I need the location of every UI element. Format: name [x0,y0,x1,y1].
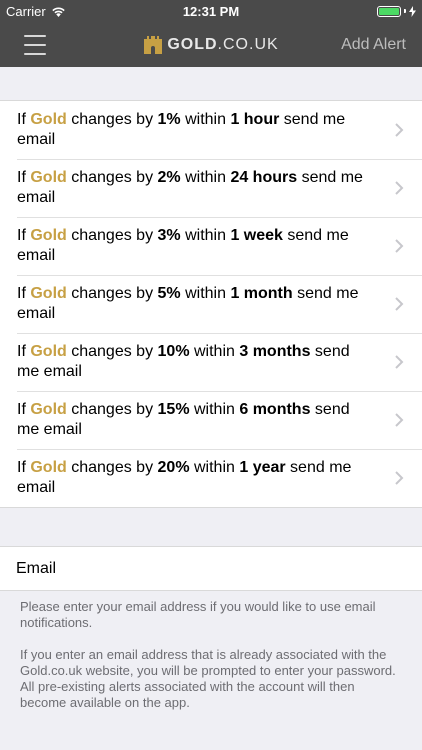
alert-prefix: If [17,459,31,476]
alert-prefix: If [17,169,31,186]
status-bar: Carrier 12:31 PM [0,0,422,22]
alert-percent: 2% [157,169,181,186]
alert-mid: changes by [66,227,158,244]
email-note-2: If you enter an email address that is al… [20,647,396,710]
alert-text: If Gold changes by 15% within 6 months s… [17,400,394,440]
alert-mid: changes by [66,401,158,418]
alert-percent: 10% [157,343,190,360]
alert-period: 1 month [230,285,293,302]
alert-percent: 20% [157,459,190,476]
alert-text: If Gold changes by 10% within 3 months s… [17,342,394,382]
hamburger-line [24,43,46,46]
hamburger-line [24,52,46,55]
hamburger-menu-icon [24,34,46,37]
alert-mid2: within [189,401,240,418]
alert-mid2: within [189,343,240,360]
alert-period: 1 year [239,459,286,476]
alert-period: 24 hours [230,169,298,186]
alert-mid2: within [189,459,240,476]
middle-spacer [0,508,422,546]
status-right [377,5,416,17]
alert-metal: Gold [30,343,67,360]
alert-metal: Gold [30,459,67,476]
alert-mid2: within [180,285,231,302]
alert-text: If Gold changes by 3% within 1 week send… [17,226,394,266]
alert-mid: changes by [66,111,158,128]
alert-prefix: If [17,401,31,418]
alert-metal: Gold [30,285,67,302]
alert-percent: 5% [157,285,181,302]
chevron-right-icon [395,123,404,137]
email-input[interactable] [96,547,422,590]
alert-percent: 1% [157,111,181,128]
alert-period: 1 week [230,227,283,244]
chevron-right-icon [395,239,404,253]
alert-mid: changes by [66,343,158,360]
chevron-right-icon [395,355,404,369]
email-label: Email [16,559,57,577]
alert-percent: 3% [157,227,181,244]
alert-metal: Gold [30,401,67,418]
nav-bar: GOLD.CO.UK Add Alert [0,22,422,67]
email-row: Email [0,546,422,591]
alert-mid: changes by [66,459,158,476]
alert-row[interactable]: If Gold changes by 1% within 1 hour send… [0,101,422,159]
alert-period: 1 hour [230,111,280,128]
alert-metal: Gold [30,169,67,186]
alert-metal: Gold [30,111,67,128]
logo-text: GOLD.CO.UK [167,36,278,54]
alert-period: 3 months [239,343,311,360]
status-left: Carrier [6,4,66,19]
chevron-right-icon [395,181,404,195]
alert-prefix: If [17,227,31,244]
alert-period: 6 months [239,401,311,418]
alert-row[interactable]: If Gold changes by 2% within 24 hours se… [0,159,422,217]
carrier-label: Carrier [6,3,46,19]
alert-text: If Gold changes by 2% within 24 hours se… [17,168,394,208]
alert-prefix: If [17,343,31,360]
chevron-right-icon [395,297,404,311]
alert-mid: changes by [66,285,158,302]
menu-button[interactable] [24,34,46,55]
alert-mid2: within [180,111,231,128]
alert-row[interactable]: If Gold changes by 10% within 3 months s… [0,333,422,391]
alert-mid2: within [180,169,231,186]
chevron-right-icon [395,471,404,485]
alert-text: If Gold changes by 5% within 1 month sen… [17,284,394,324]
alert-list: If Gold changes by 1% within 1 hour send… [0,100,422,508]
battery-icon [377,5,401,17]
alert-row[interactable]: If Gold changes by 20% within 1 year sen… [0,449,422,507]
chevron-right-icon [395,413,404,427]
logo-text-bold: GOLD [167,35,218,53]
alert-prefix: If [17,111,31,128]
logo-text-light: .CO.UK [217,35,279,53]
alert-metal: Gold [30,227,67,244]
battery-tip [404,9,406,13]
alert-text: If Gold changes by 1% within 1 hour send… [17,110,394,150]
castle-icon [144,35,163,54]
email-note-1: Please enter your email address if you w… [20,599,376,630]
alert-text: If Gold changes by 20% within 1 year sen… [17,458,394,498]
add-alert-button[interactable]: Add Alert [341,36,406,54]
top-spacer [0,67,422,100]
alert-mid: changes by [66,169,158,186]
alert-row[interactable]: If Gold changes by 15% within 6 months s… [0,391,422,449]
alert-mid2: within [180,227,231,244]
charging-icon [409,5,416,17]
alert-prefix: If [17,285,31,302]
email-notes: Please enter your email address if you w… [0,591,422,711]
wifi-icon [52,7,65,17]
alert-percent: 15% [157,401,190,418]
alert-row[interactable]: If Gold changes by 5% within 1 month sen… [0,275,422,333]
alert-row[interactable]: If Gold changes by 3% within 1 week send… [0,217,422,275]
